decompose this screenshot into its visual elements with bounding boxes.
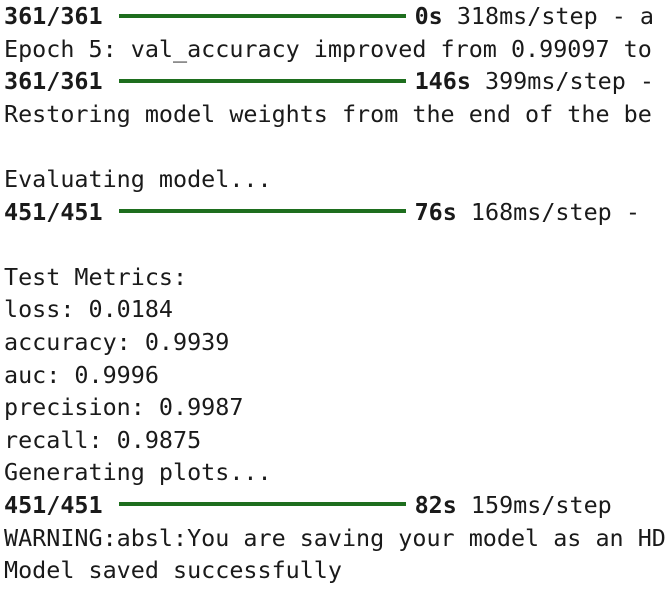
step-rate: 168ms/step -	[456, 197, 654, 226]
log-line: precision: 0.9987	[4, 393, 244, 422]
progress-bar	[118, 209, 406, 214]
log-line: Generating plots...	[4, 458, 272, 487]
step-count: 451/451	[4, 197, 103, 226]
step-rate: 159ms/step	[456, 490, 612, 519]
progress-bar	[118, 502, 406, 507]
step-count: 451/451	[4, 490, 103, 519]
elapsed-time: 82s	[414, 490, 457, 519]
progress-bar	[118, 13, 406, 18]
log-line: auc: 0.9996	[4, 360, 159, 389]
log-line: Model saved successfully	[4, 556, 342, 585]
log-line: recall: 0.9875	[4, 425, 202, 454]
log-line: accuracy: 0.9939	[4, 327, 230, 356]
progress-line: 361/361 0s 318ms/step - a	[4, 0, 670, 33]
log-line: loss: 0.0184	[4, 295, 173, 324]
progress-bar	[118, 78, 406, 83]
progress-line: 451/451 82s 159ms/step	[4, 489, 670, 522]
log-line: Epoch 5: val_accuracy improved from 0.99…	[4, 34, 652, 63]
progress-line: 451/451 76s 168ms/step -	[4, 196, 670, 229]
step-count: 361/361	[4, 67, 103, 96]
log-line: WARNING:absl:You are saving your model a…	[4, 523, 666, 552]
step-rate: 318ms/step - a	[442, 2, 654, 30]
log-line: Test Metrics:	[4, 262, 188, 291]
log-line: Evaluating model...	[4, 164, 272, 193]
step-rate: 399ms/step -	[470, 67, 654, 96]
progress-line: 361/361 146s 399ms/step -	[4, 65, 670, 98]
step-count: 361/361	[4, 2, 103, 30]
log-line: Restoring model weights from the end of …	[4, 99, 652, 128]
elapsed-time: 0s	[414, 2, 443, 30]
terminal-output: 361/361 0s 318ms/step - a Epoch 5: val_acc…	[0, 0, 670, 592]
elapsed-time: 146s	[414, 67, 471, 96]
elapsed-time: 76s	[414, 197, 457, 226]
